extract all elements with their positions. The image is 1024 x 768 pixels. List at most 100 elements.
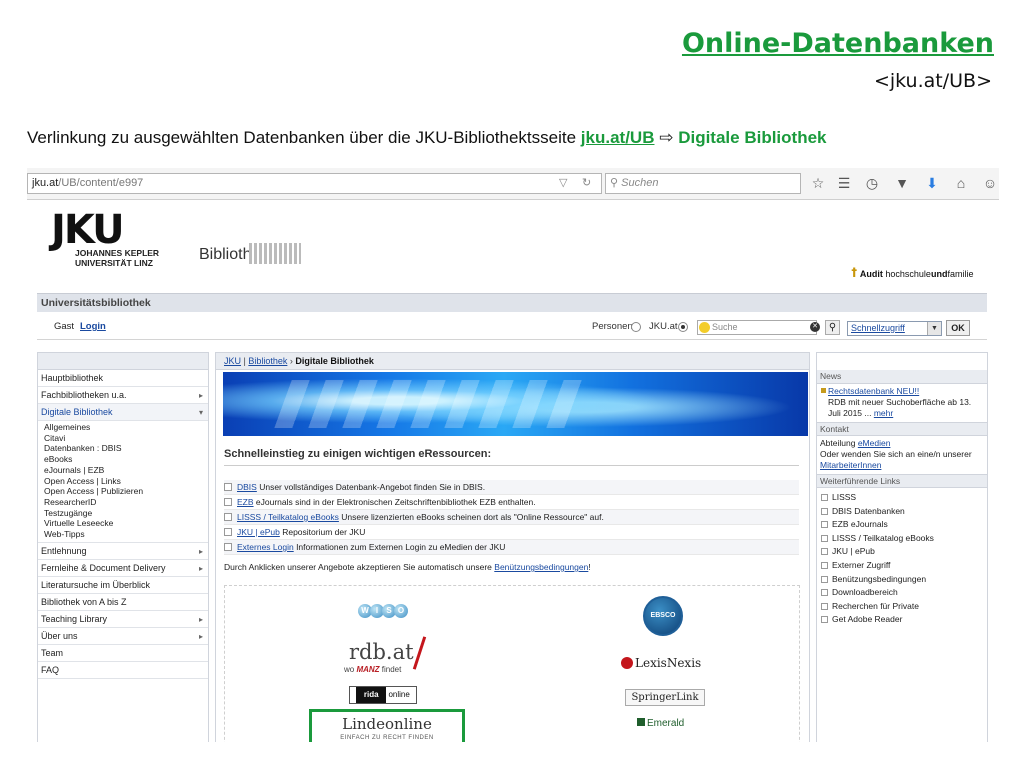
- nav-subitem[interactable]: Web-Tipps: [38, 529, 208, 540]
- rdb-logo[interactable]: rdb.at: [349, 640, 414, 664]
- right-sidebar: News Rechtsdatenbank NEU!! RDB mit neuer…: [816, 352, 988, 742]
- logo-sub-line2: UNIVERSITÄT LINZ: [75, 258, 153, 268]
- nav-item[interactable]: Literatursuche im Überblick: [38, 577, 208, 594]
- ebsco-logo[interactable]: EBSCO: [643, 596, 683, 636]
- search-icon[interactable]: ⚲: [825, 320, 840, 335]
- nav-item[interactable]: Teaching Library ▸: [38, 611, 208, 628]
- nav-subitem[interactable]: Datenbanken : DBIS: [38, 443, 208, 454]
- star-icon[interactable]: ☆: [809, 174, 827, 192]
- jku-logo[interactable]: JKU: [51, 210, 125, 250]
- expand-box-icon[interactable]: [224, 498, 232, 506]
- reload-icon[interactable]: ↻: [582, 174, 591, 193]
- kontakt-heading: Kontakt: [817, 422, 987, 436]
- kontakt-body: Oder wenden Sie sich an eine/n unserer: [820, 449, 972, 459]
- nav-item[interactable]: Über uns ▸: [38, 628, 208, 645]
- nav-item[interactable]: Bibliothek von A bis Z: [38, 594, 208, 611]
- nav-subitem[interactable]: eBooks: [38, 454, 208, 465]
- nav-item-label: FAQ: [41, 664, 60, 675]
- resource-link[interactable]: DBIS: [237, 482, 257, 492]
- expand-box-icon[interactable]: [224, 543, 232, 551]
- wiso-logo[interactable]: WISO: [358, 600, 408, 618]
- resource-text: Unsere lizenzierten eBooks scheinen dort…: [338, 512, 604, 522]
- pocket-icon[interactable]: ▼: [893, 174, 911, 192]
- nav-subitem[interactable]: Allgemeines: [38, 422, 208, 433]
- resource-link[interactable]: JKU | ePub: [237, 527, 280, 537]
- further-link[interactable]: Downloadbereich: [817, 586, 987, 600]
- url-bar[interactable]: jku.at/UB/content/e997 ▽ ↻: [27, 173, 602, 194]
- browser-search-input[interactable]: ⚲ Suchen: [605, 173, 801, 194]
- emerald-logo[interactable]: Emerald: [637, 718, 684, 729]
- jku-ub-link[interactable]: jku.at/UB: [581, 128, 655, 147]
- download-icon[interactable]: ⬇: [923, 174, 941, 192]
- link-box-icon: [821, 534, 828, 542]
- lindeonline-logo[interactable]: Lindeonline EINFACH ZU RECHT FINDEN: [309, 709, 465, 742]
- ok-button[interactable]: OK: [946, 320, 970, 336]
- left-navigation: Hauptbibliothek Fachbibliotheken u.a. ▸ Dig…: [37, 352, 209, 742]
- nav-item[interactable]: Entlehnung ▸: [38, 543, 208, 560]
- radio-jku[interactable]: [678, 322, 688, 332]
- chevron-icon: ▸: [198, 614, 203, 624]
- resource-text: Repositorium der JKU: [279, 527, 366, 537]
- mitarbeiter-link[interactable]: MitarbeiterInnen: [820, 460, 881, 470]
- further-link[interactable]: JKU | ePub: [817, 545, 987, 559]
- expand-box-icon[interactable]: [224, 513, 232, 521]
- further-link[interactable]: LISSS / Teilkatalog eBooks: [817, 532, 987, 546]
- lexisnexis-label: LexisNexis: [635, 656, 702, 670]
- further-link-label: Get Adobe Reader: [832, 614, 903, 625]
- further-link[interactable]: EZB eJournals: [817, 518, 987, 532]
- further-link-label: Benützungsbedingungen: [832, 573, 927, 584]
- left-nav-header: [38, 353, 208, 370]
- news-bullet-icon: [821, 388, 826, 393]
- nav-subitem[interactable]: Testzugänge: [38, 508, 208, 519]
- lindeonline-label: Lindeonline: [342, 715, 432, 733]
- url-dropdown-icon[interactable]: ▽: [559, 174, 567, 193]
- nav-subitem[interactable]: eJournals | EZB: [38, 465, 208, 476]
- nav-item-label: Teaching Library: [41, 613, 108, 624]
- springerlink-logo[interactable]: SpringerLink: [625, 689, 705, 706]
- further-link[interactable]: Benützungsbedingungen: [817, 573, 987, 587]
- terms-link[interactable]: Benützungsbedingungen: [494, 562, 588, 572]
- nav-item[interactable]: Team: [38, 645, 208, 662]
- bibliothek-bars-icon: [249, 243, 301, 264]
- breadcrumb-jku[interactable]: JKU: [224, 356, 241, 366]
- radio-personen[interactable]: [631, 322, 641, 332]
- history-icon[interactable]: ◷: [863, 174, 881, 192]
- nav-item[interactable]: FAQ: [38, 662, 208, 679]
- nav-item[interactable]: Fachbibliotheken u.a. ▸: [38, 387, 208, 404]
- reading-list-icon[interactable]: ☰: [835, 174, 853, 192]
- link-box-icon: [821, 521, 828, 529]
- clear-icon[interactable]: ✕: [810, 322, 820, 332]
- nav-subitem[interactable]: Citavi: [38, 433, 208, 444]
- nav-item[interactable]: Fernleihe & Document Delivery ▸: [38, 560, 208, 577]
- resource-link[interactable]: EZB: [237, 497, 254, 507]
- nav-subitem[interactable]: Open Access | Links: [38, 476, 208, 487]
- breadcrumb-bibliothek[interactable]: Bibliothek: [248, 356, 287, 366]
- nav-subitem[interactable]: Virtuelle Leseecke: [38, 518, 208, 529]
- news-link[interactable]: Rechtsdatenbank NEU!!: [828, 386, 919, 396]
- further-link[interactable]: LISSS: [817, 491, 987, 505]
- resource-link[interactable]: LISSS / Teilkatalog eBooks: [237, 512, 339, 522]
- resource-link[interactable]: Externes Login: [237, 542, 294, 552]
- further-link[interactable]: Get Adobe Reader: [817, 613, 987, 627]
- nav-subitem[interactable]: ResearcherID: [38, 497, 208, 508]
- further-link[interactable]: Recherchen für Private: [817, 600, 987, 614]
- login-link[interactable]: Login: [80, 314, 106, 340]
- expand-box-icon[interactable]: [224, 483, 232, 491]
- further-link[interactable]: DBIS Datenbanken: [817, 505, 987, 519]
- nav-item[interactable]: Digitale Bibliothek ▾: [38, 404, 208, 421]
- nav-subitem[interactable]: Open Access | Publizieren: [38, 486, 208, 497]
- quick-access-select[interactable]: Schnellzugriff ▼: [847, 321, 942, 336]
- rida-logo[interactable]: rida online: [349, 686, 417, 704]
- site-search-input[interactable]: Suche: [697, 320, 817, 335]
- chat-icon[interactable]: ☺: [981, 174, 999, 192]
- expand-box-icon[interactable]: [224, 528, 232, 536]
- resource-text: Informationen zum Externen Login zu eMed…: [293, 542, 506, 552]
- nav-item[interactable]: Hauptbibliothek: [38, 370, 208, 387]
- lexisnexis-logo[interactable]: LexisNexis: [621, 656, 701, 670]
- news-more-link[interactable]: mehr: [874, 408, 893, 418]
- further-link[interactable]: Externer Zugriff: [817, 559, 987, 573]
- browser-toolbar: jku.at/UB/content/e997 ▽ ↻ ⚲ Suchen ☆ ☰ …: [27, 168, 999, 200]
- emedien-link[interactable]: eMedien: [858, 438, 891, 448]
- nav-group-1: Hauptbibliothek Fachbibliotheken u.a. ▸ Dig…: [38, 370, 208, 421]
- home-icon[interactable]: ⌂: [952, 174, 970, 192]
